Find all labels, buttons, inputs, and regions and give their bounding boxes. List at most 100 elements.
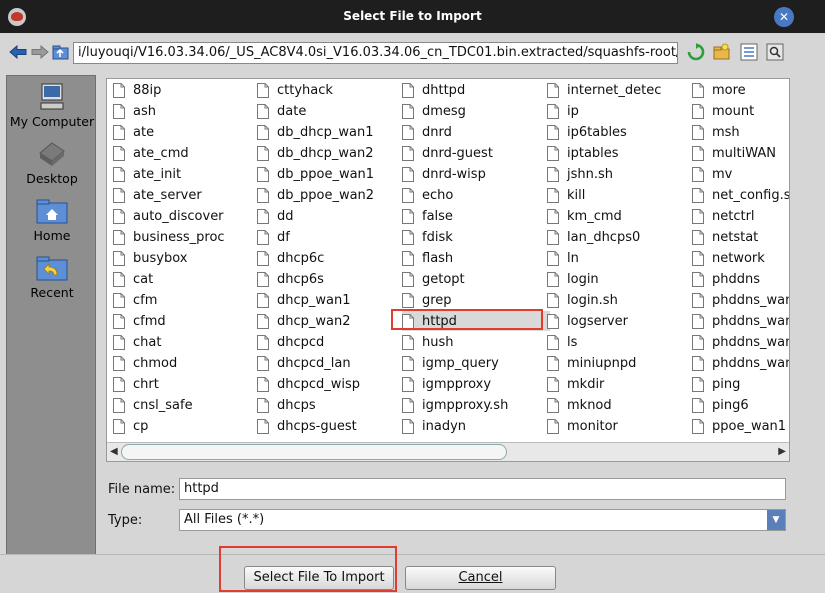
sidebar-item-my-computer[interactable]: My Computer bbox=[7, 82, 97, 129]
file-list[interactable]: 88ip ash ate ate_cmd ate_init ate_server auto_… bbox=[106, 78, 790, 462]
file-item[interactable]: net_config.sh bbox=[692, 185, 789, 205]
sidebar-item-home[interactable]: Home bbox=[7, 196, 97, 243]
file-item[interactable]: ls bbox=[547, 332, 577, 352]
file-item[interactable]: grep bbox=[402, 290, 452, 310]
file-item[interactable]: ppoe_wan1 bbox=[692, 416, 786, 436]
file-item[interactable]: fdisk bbox=[402, 227, 453, 247]
file-item[interactable]: flash bbox=[402, 248, 453, 268]
file-item[interactable]: busybox bbox=[113, 248, 187, 268]
file-item[interactable]: dhcpcd bbox=[257, 332, 324, 352]
file-item[interactable]: dd bbox=[257, 206, 294, 226]
file-item[interactable]: cfmd bbox=[113, 311, 166, 331]
scroll-right-icon[interactable]: ▶ bbox=[778, 446, 786, 457]
file-item[interactable]: ate_cmd bbox=[113, 143, 189, 163]
sidebar-item-desktop[interactable]: Desktop bbox=[7, 139, 97, 186]
file-item[interactable]: ping6 bbox=[692, 395, 749, 415]
file-item[interactable]: dmesg bbox=[402, 101, 466, 121]
file-item[interactable]: cnsl_safe bbox=[113, 395, 193, 415]
path-input[interactable]: i/luyouqi/V16.03.34.06/_US_AC8V4.0si_V16… bbox=[73, 42, 678, 64]
file-item[interactable]: login bbox=[547, 269, 599, 289]
file-item[interactable]: dhcp_wan2 bbox=[257, 311, 351, 331]
file-item[interactable]: db_dhcp_wan1 bbox=[257, 122, 374, 142]
file-item[interactable]: db_ppoe_wan2 bbox=[257, 185, 374, 205]
file-item[interactable]: igmpproxy.sh bbox=[402, 395, 508, 415]
file-item[interactable]: phddns_wan4 bbox=[692, 353, 789, 373]
file-item[interactable]: netstat bbox=[692, 227, 758, 247]
cancel-button[interactable]: Cancel bbox=[405, 566, 556, 590]
properties-icon[interactable] bbox=[766, 43, 784, 61]
file-item[interactable]: ip6tables bbox=[547, 122, 627, 142]
file-item[interactable]: dhcpcd_wisp bbox=[257, 374, 360, 394]
file-item[interactable]: db_dhcp_wan2 bbox=[257, 143, 374, 163]
file-item[interactable]: dnrd-wisp bbox=[402, 164, 486, 184]
file-item[interactable]: df bbox=[257, 227, 290, 247]
file-item[interactable]: dhcp_wan1 bbox=[257, 290, 351, 310]
file-item[interactable]: ln bbox=[547, 248, 579, 268]
details-view-icon[interactable] bbox=[740, 43, 758, 61]
file-item[interactable]: getopt bbox=[402, 269, 465, 289]
up-folder-icon[interactable] bbox=[52, 43, 70, 61]
file-item[interactable]: logserver bbox=[547, 311, 628, 331]
file-item[interactable]: more bbox=[692, 80, 746, 100]
file-item[interactable]: jshn.sh bbox=[547, 164, 613, 184]
file-item[interactable]: echo bbox=[402, 185, 453, 205]
file-item[interactable]: dhcps-guest bbox=[257, 416, 357, 436]
file-item[interactable]: login.sh bbox=[547, 290, 618, 310]
file-item[interactable]: monitor bbox=[547, 416, 618, 436]
file-item[interactable]: ate_server bbox=[113, 185, 202, 205]
file-item[interactable]: hush bbox=[402, 332, 454, 352]
file-item[interactable]: mv bbox=[692, 164, 732, 184]
file-item[interactable]: cttyhack bbox=[257, 80, 333, 100]
file-item[interactable]: mknod bbox=[547, 395, 612, 415]
chevron-down-icon[interactable]: ▼ bbox=[767, 510, 785, 530]
file-item[interactable]: kill bbox=[547, 185, 585, 205]
file-item[interactable]: igmp_query bbox=[402, 353, 499, 373]
file-item[interactable]: mkdir bbox=[547, 374, 604, 394]
sidebar-item-recent[interactable]: Recent bbox=[7, 253, 97, 300]
file-item[interactable]: auto_discover bbox=[113, 206, 224, 226]
file-item[interactable]: miniupnpd bbox=[547, 353, 636, 373]
file-item[interactable]: phddns bbox=[692, 269, 760, 289]
file-item[interactable]: false bbox=[402, 206, 453, 226]
file-item[interactable]: dhttpd bbox=[402, 80, 465, 100]
scrollbar-thumb[interactable] bbox=[121, 444, 507, 460]
file-item[interactable]: ping bbox=[692, 374, 740, 394]
file-item[interactable]: mount bbox=[692, 101, 754, 121]
file-item[interactable]: chat bbox=[113, 332, 161, 352]
file-item[interactable]: cat bbox=[113, 269, 153, 289]
file-item[interactable]: ash bbox=[113, 101, 156, 121]
file-item[interactable]: cp bbox=[113, 416, 148, 436]
file-item[interactable]: dnrd bbox=[402, 122, 452, 142]
file-item[interactable]: lan_dhcps0 bbox=[547, 227, 640, 247]
file-item[interactable]: dhcpcd_lan bbox=[257, 353, 351, 373]
file-item[interactable]: dhcps bbox=[257, 395, 316, 415]
file-item[interactable]: msh bbox=[692, 122, 740, 142]
file-item[interactable]: cfm bbox=[113, 290, 157, 310]
file-item[interactable]: phddns_wan1 bbox=[692, 290, 789, 310]
file-item[interactable]: date bbox=[257, 101, 306, 121]
file-item[interactable]: chrt bbox=[113, 374, 159, 394]
file-item[interactable]: ate_init bbox=[113, 164, 181, 184]
file-item[interactable]: 88ip bbox=[113, 80, 161, 100]
file-item[interactable]: multiWAN bbox=[692, 143, 776, 163]
back-arrow-icon[interactable] bbox=[9, 45, 27, 59]
file-item[interactable]: chmod bbox=[113, 353, 177, 373]
file-item[interactable]: netctrl bbox=[692, 206, 755, 226]
file-item[interactable]: phddns_wan2 bbox=[692, 311, 789, 331]
forward-arrow-icon[interactable] bbox=[31, 45, 49, 59]
file-item[interactable]: dnrd-guest bbox=[402, 143, 493, 163]
file-name-input[interactable]: httpd bbox=[179, 478, 786, 500]
file-item[interactable]: db_ppoe_wan1 bbox=[257, 164, 374, 184]
horizontal-scrollbar[interactable]: ◀ ▶ bbox=[107, 442, 789, 461]
file-item[interactable]: km_cmd bbox=[547, 206, 622, 226]
file-item[interactable]: dhcp6s bbox=[257, 269, 324, 289]
scroll-left-icon[interactable]: ◀ bbox=[110, 446, 118, 457]
file-item[interactable]: ip bbox=[547, 101, 579, 121]
file-item[interactable]: ate bbox=[113, 122, 154, 142]
close-icon[interactable]: ✕ bbox=[774, 7, 794, 27]
file-item[interactable]: iptables bbox=[547, 143, 619, 163]
file-item[interactable]: network bbox=[692, 248, 765, 268]
file-item[interactable]: dhcp6c bbox=[257, 248, 324, 268]
file-item[interactable]: phddns_wan3 bbox=[692, 332, 789, 352]
file-item[interactable]: inadyn bbox=[402, 416, 466, 436]
